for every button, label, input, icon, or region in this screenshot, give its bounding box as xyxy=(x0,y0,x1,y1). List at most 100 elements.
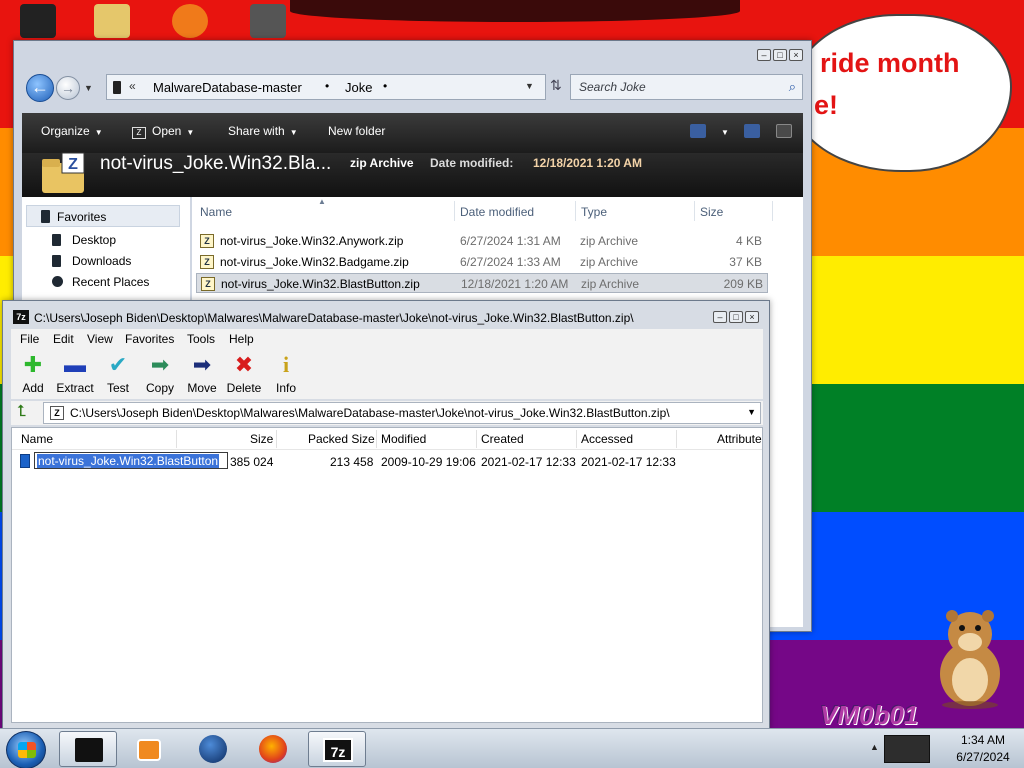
close-button[interactable]: × xyxy=(745,311,759,323)
taskbar: 7z ▲ 1:34 AM 6/27/2024 xyxy=(0,728,1024,768)
recycle-bin-icon[interactable] xyxy=(20,4,56,38)
chevron-down-icon[interactable]: ▼ xyxy=(747,407,756,417)
chevron-down-icon[interactable]: ▼ xyxy=(525,81,534,91)
column-divider[interactable] xyxy=(454,201,455,221)
menu-tools[interactable]: Tools xyxy=(187,332,215,346)
start-button[interactable] xyxy=(6,731,46,768)
copy-button[interactable]: ➡ Copy xyxy=(138,352,182,396)
column-divider[interactable] xyxy=(176,430,177,448)
extract-button[interactable]: ▬ Extract xyxy=(53,352,97,396)
recent-pages-dropdown-icon[interactable]: ▼ xyxy=(84,83,93,93)
zip-folder-icon: Z xyxy=(42,152,85,193)
column-divider[interactable] xyxy=(694,201,695,221)
info-button[interactable]: i Info xyxy=(264,353,308,396)
address-bar[interactable]: « MalwareDatabase-master • Joke • ▼ xyxy=(106,74,546,100)
column-divider[interactable] xyxy=(575,201,576,221)
taskbar-7zip-button[interactable]: 7z xyxy=(308,731,366,767)
change-view-icon[interactable] xyxy=(690,124,706,138)
column-header-name[interactable]: Name xyxy=(200,205,232,219)
zip-file-icon: Z xyxy=(200,234,214,248)
7zip-file-list: Name Size Packed Size Modified Created A… xyxy=(11,427,763,723)
column-header-name[interactable]: Name xyxy=(21,432,53,446)
refresh-icon[interactable]: ⇅ xyxy=(550,77,562,94)
change-view-dropdown-icon[interactable]: ▼ xyxy=(716,124,729,138)
breadcrumb-overflow-icon[interactable]: « xyxy=(129,79,136,93)
breadcrumb-separator-icon[interactable]: • xyxy=(383,79,387,93)
menu-view[interactable]: View xyxy=(87,332,113,346)
breadcrumb-item-joke[interactable]: Joke xyxy=(345,80,372,95)
column-divider[interactable] xyxy=(676,430,677,448)
column-divider[interactable] xyxy=(772,201,773,221)
nav-favorites[interactable]: Favorites xyxy=(26,205,180,227)
add-button[interactable]: ✚ Add xyxy=(11,353,55,396)
taskbar-firefox-button[interactable] xyxy=(244,731,302,767)
share-with-button[interactable]: Share with ▼ xyxy=(228,124,298,138)
7zip-list-row[interactable]: not-virus_Joke.Win32.BlastButton 385 024… xyxy=(12,452,762,470)
preview-pane-icon[interactable] xyxy=(744,124,760,138)
open-button[interactable]: Z Open ▼ xyxy=(132,124,194,139)
file-date: 12/18/2021 1:20 AM xyxy=(461,277,569,291)
rename-input[interactable]: not-virus_Joke.Win32.BlastButton xyxy=(34,452,228,469)
7zip-list-header: Name Size Packed Size Modified Created A… xyxy=(12,428,762,450)
7zip-window[interactable]: 7z C:\Users\Joseph Biden\Desktop\Malware… xyxy=(2,300,770,730)
column-header-date-modified[interactable]: Date modified xyxy=(460,205,534,219)
taskbar-explorer-button[interactable] xyxy=(59,731,117,767)
column-divider[interactable] xyxy=(376,430,377,448)
column-header-packed-size[interactable]: Packed Size xyxy=(308,432,375,446)
new-folder-button[interactable]: New folder xyxy=(328,124,385,138)
search-placeholder: Search Joke xyxy=(579,80,646,94)
breadcrumb-separator-icon[interactable]: • xyxy=(325,79,329,93)
column-header-accessed[interactable]: Accessed xyxy=(581,432,633,446)
file-name: not-virus_Joke.Win32.Anywork.zip xyxy=(220,234,404,248)
column-divider[interactable] xyxy=(576,430,577,448)
clock-time[interactable]: 1:34 AM xyxy=(944,733,1022,747)
maximize-button[interactable]: □ xyxy=(729,311,743,323)
7zip-icon: 7z xyxy=(323,738,353,762)
clock-date[interactable]: 6/27/2024 xyxy=(944,750,1022,764)
file-row[interactable]: Z not-virus_Joke.Win32.Anywork.zip 6/27/… xyxy=(196,231,768,251)
delete-button[interactable]: ✖ Delete xyxy=(222,353,266,396)
computer-icon[interactable] xyxy=(250,4,286,38)
maximize-button[interactable]: □ xyxy=(773,49,787,61)
new-folder-label: New folder xyxy=(328,124,386,138)
7zip-tray-icon[interactable] xyxy=(884,735,930,763)
back-button[interactable]: ← xyxy=(26,74,54,102)
column-header-created[interactable]: Created xyxy=(481,432,524,446)
menu-edit[interactable]: Edit xyxy=(53,332,74,346)
help-icon[interactable] xyxy=(776,124,792,138)
file-row[interactable]: Z not-virus_Joke.Win32.Badgame.zip 6/27/… xyxy=(196,252,768,272)
column-header-size[interactable]: Size xyxy=(250,432,273,446)
test-button[interactable]: ✔ Test xyxy=(96,353,140,396)
media-player-icon[interactable] xyxy=(172,4,208,38)
show-hidden-icons-icon[interactable]: ▲ xyxy=(870,742,879,752)
search-icon[interactable]: ⌕ xyxy=(789,79,796,95)
organize-button[interactable]: Organize ▼ xyxy=(41,124,103,138)
menu-file[interactable]: File xyxy=(20,332,39,346)
taskbar-globe-button[interactable] xyxy=(184,731,242,767)
7zip-address-input[interactable]: Z C:\Users\Joseph Biden\Desktop\Malwares… xyxy=(43,402,761,424)
column-header-attributes[interactable]: Attribute xyxy=(717,432,762,446)
menu-favorites[interactable]: Favorites xyxy=(125,332,174,346)
column-divider[interactable] xyxy=(476,430,477,448)
minus-icon: ▬ xyxy=(64,352,86,377)
folder-up-icon[interactable]: ⮤ xyxy=(17,403,26,421)
copy-arrow-icon: ➡ xyxy=(150,352,170,377)
column-divider[interactable] xyxy=(276,430,277,448)
minimize-button[interactable]: – xyxy=(757,49,771,61)
breadcrumb-item-malwaredatabase[interactable]: MalwareDatabase-master xyxy=(153,80,302,95)
close-button[interactable]: × xyxy=(789,49,803,61)
menu-help[interactable]: Help xyxy=(229,332,254,346)
7zip-window-title: C:\Users\Joseph Biden\Desktop\Malwares\M… xyxy=(34,311,634,325)
file-size: 37 KB xyxy=(729,255,762,269)
explorer-caption[interactable]: – □ × xyxy=(14,41,811,71)
file-row-selected[interactable]: Z not-virus_Joke.Win32.BlastButton.zip 1… xyxy=(196,273,768,293)
search-input[interactable]: Search Joke ⌕ xyxy=(570,74,803,100)
taskbar-media-player-button[interactable] xyxy=(120,731,178,767)
move-button[interactable]: ➡ Move xyxy=(180,353,224,396)
column-header-modified[interactable]: Modified xyxy=(381,432,426,446)
folder-icon[interactable] xyxy=(94,4,130,38)
column-header-size[interactable]: Size xyxy=(700,205,723,219)
column-header-type[interactable]: Type xyxy=(581,205,607,219)
forward-button[interactable]: → xyxy=(56,76,80,100)
minimize-button[interactable]: – xyxy=(713,311,727,323)
